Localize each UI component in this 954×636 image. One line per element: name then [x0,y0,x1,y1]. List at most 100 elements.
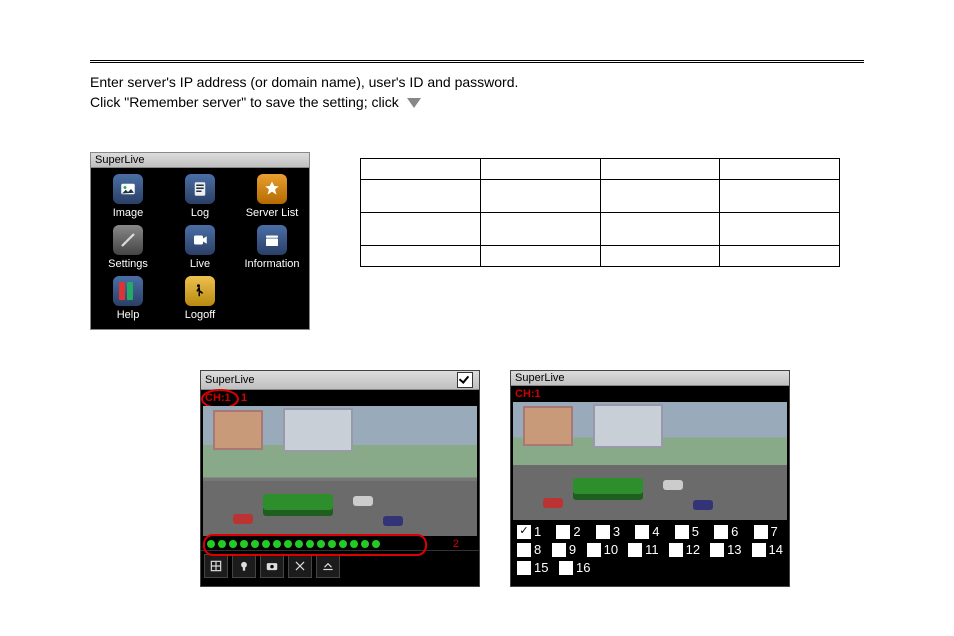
titlebar-checkbox-icon[interactable] [457,372,473,388]
menu-item-help[interactable]: Help [95,276,161,321]
checkbox-icon [517,561,531,575]
info-table [360,158,840,267]
instruction-line-2: Click "Remember server" to save the sett… [90,94,399,110]
live-window-left: SuperLive CH:1 1 2 [200,370,480,587]
menu-label: Server List [246,207,299,219]
ch-label: 10 [604,542,618,557]
menu-label: Information [244,258,299,270]
menu-item-serverlist[interactable]: Server List [239,174,305,219]
log-icon [185,174,215,204]
channel-checkbox-4[interactable]: 4 [635,524,664,539]
ch-label: 14 [769,542,783,557]
checkbox-icon [556,525,570,539]
channel-checkbox-12[interactable]: 12 [669,542,700,557]
live-left-titlebar: SuperLive [201,371,479,390]
channel-checkbox-13[interactable]: 13 [710,542,741,557]
menu-label: Live [190,258,210,270]
live-left-channel-text: CH:1 [205,392,231,404]
image-icon [113,174,143,204]
menu-item-logoff[interactable]: Logoff [167,276,233,321]
ch-label: 7 [771,524,778,539]
live-icon [185,225,215,255]
checkbox-icon [752,543,766,557]
ch-label: 9 [569,542,576,557]
channel-checkbox-6[interactable]: 6 [714,524,743,539]
checkbox-icon [628,543,642,557]
channel-checkbox-2[interactable]: 2 [556,524,585,539]
ch-label: 6 [731,524,738,539]
live-right-channel-label: CH:1 [511,386,789,402]
menu-label: Help [117,309,140,321]
checkbox-icon [754,525,768,539]
annotation-marker-2: 2 [453,538,459,550]
channel-checkbox-15[interactable]: 15 [517,560,549,575]
checkbox-icon [517,543,531,557]
menu-label: Logoff [185,309,215,321]
tool-settings-button[interactable] [288,554,312,578]
checkbox-icon [635,525,649,539]
checkbox-checked-icon [517,525,531,539]
live-left-video[interactable] [203,406,477,536]
ch-label: 1 [534,524,541,539]
channel-checkbox-3[interactable]: 3 [596,524,625,539]
menu-label: Image [113,207,144,219]
channel-checkbox-11[interactable]: 11 [628,542,659,557]
ch-label: 3 [613,524,620,539]
checkbox-icon [669,543,683,557]
ch-label: 8 [534,542,541,557]
menu-app-window: SuperLive Image Log [90,152,310,330]
instruction-text: Enter server's IP address (or domain nam… [90,73,864,112]
checkbox-icon [552,543,566,557]
live-left-title: SuperLive [205,374,255,386]
menu-label: Log [191,207,209,219]
tool-ptz-button[interactable] [232,554,256,578]
dropdown-triangle-icon [407,98,421,108]
ch-label: 4 [652,524,659,539]
ch-label: 16 [576,560,590,575]
menu-titlebar: SuperLive [91,153,309,168]
information-icon [257,225,287,255]
help-icon [113,276,143,306]
checkbox-icon [587,543,601,557]
logoff-icon [185,276,215,306]
menu-item-log[interactable]: Log [167,174,233,219]
channel-checkbox-8[interactable]: 8 [517,542,542,557]
channel-checkbox-10[interactable]: 10 [587,542,618,557]
menu-item-live[interactable]: Live [167,225,233,270]
live-right-titlebar: SuperLive [511,371,789,386]
channel-checkbox-7[interactable]: 7 [754,524,783,539]
channel-checkbox-5[interactable]: 5 [675,524,704,539]
menu-item-image[interactable]: Image [95,174,161,219]
channel-checkbox-14[interactable]: 14 [752,542,783,557]
checkbox-icon [714,525,728,539]
menu-label: Settings [108,258,148,270]
serverlist-icon [257,174,287,204]
live-left-channel-label: CH:1 1 [201,390,479,406]
page-divider [90,60,864,63]
settings-icon [113,225,143,255]
menu-item-information[interactable]: Information [239,225,305,270]
ch-label: 13 [727,542,741,557]
ch-label: 5 [692,524,699,539]
live-window-right: SuperLive CH:1 1 2 3 4 5 6 7 [510,370,790,587]
checkbox-icon [675,525,689,539]
channel-select-grid: 1 2 3 4 5 6 7 8 9 10 11 12 13 14 [511,520,789,586]
ch-label: 2 [573,524,580,539]
tool-layout-button[interactable] [204,554,228,578]
tool-snapshot-button[interactable] [260,554,284,578]
ch-label: 12 [686,542,700,557]
live-right-title: SuperLive [515,372,565,384]
annotation-marker-1: 1 [241,392,247,404]
channel-checkbox-1[interactable]: 1 [517,524,546,539]
channel-checkbox-9[interactable]: 9 [552,542,577,557]
checkbox-icon [596,525,610,539]
menu-item-settings[interactable]: Settings [95,225,161,270]
live-right-video[interactable] [513,402,787,520]
channel-dots-bar[interactable]: 2 [201,536,479,550]
channel-checkbox-16[interactable]: 16 [559,560,591,575]
checkbox-icon [559,561,573,575]
checkbox-icon [710,543,724,557]
ch-label: 15 [534,560,548,575]
instruction-line-1: Enter server's IP address (or domain nam… [90,74,518,90]
tool-collapse-button[interactable] [316,554,340,578]
